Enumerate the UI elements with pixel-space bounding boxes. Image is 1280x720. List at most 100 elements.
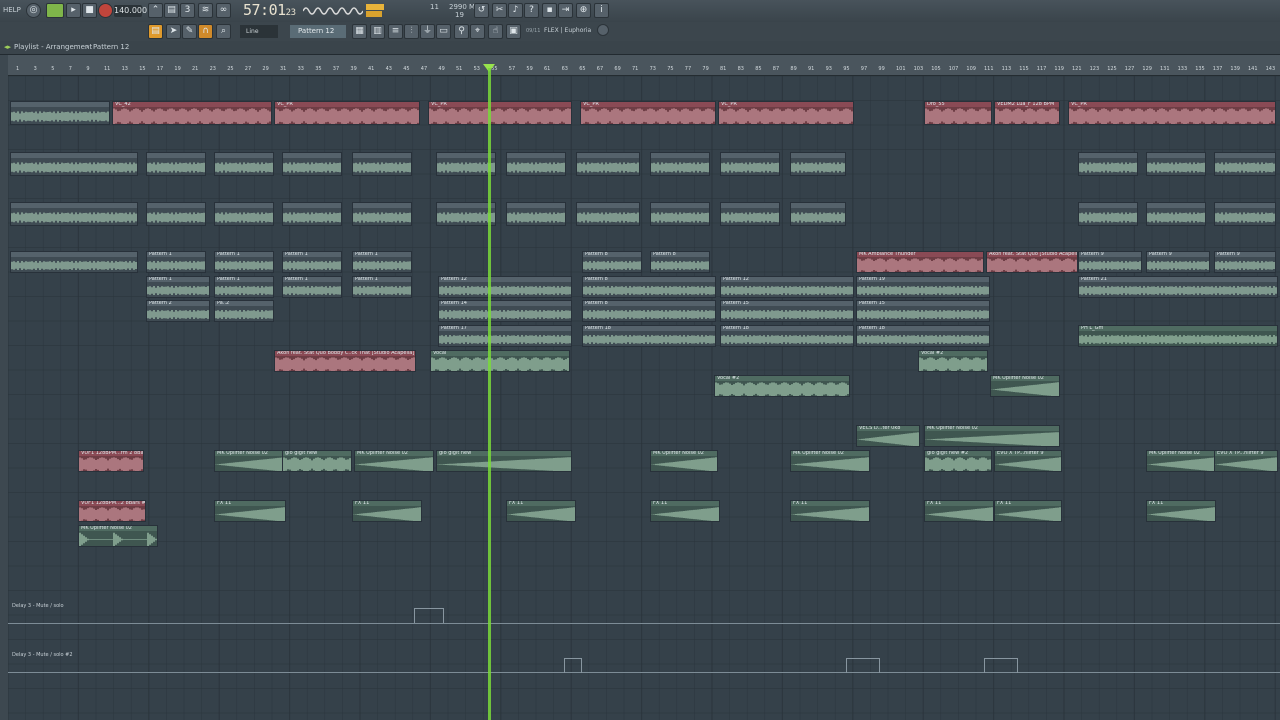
playlist-clip[interactable]: Pattern 1 [214, 251, 274, 273]
playlist-clip[interactable] [1214, 202, 1276, 226]
tempo-display[interactable]: 140.000 [114, 5, 147, 17]
playhead[interactable] [488, 68, 491, 720]
undo-button[interactable]: ↺ [474, 3, 489, 18]
playlist-clip[interactable]: VUF1 128BPM...rm 2 8Bars [78, 450, 144, 472]
automation-pulse[interactable] [564, 658, 582, 673]
playlist-clip[interactable]: VC_42 [112, 101, 272, 125]
playlist-clip[interactable]: VECS D...ter 0k8 [856, 425, 920, 447]
playlist-clip[interactable]: Pattern 21 [1078, 276, 1278, 298]
playlist-area[interactable]: VC_42 VC_PR VC_PR VC_PR VC_PR Dro_55 VEDM2 Lua… [8, 76, 1280, 720]
pattern-song-toggle[interactable]: ◎ [26, 3, 41, 18]
playlist-clip[interactable]: Akon feat. Stat Quo [Studio Acapella] [986, 251, 1078, 273]
playlist-clip[interactable] [506, 152, 566, 176]
playlist-clip[interactable]: Pattern 8 [650, 251, 710, 273]
playlist-clip[interactable]: FX 11 [214, 500, 286, 522]
playlist-clip[interactable]: Dro_55 [924, 101, 992, 125]
playlist-clip[interactable]: MK Ambiance Thunder [856, 251, 984, 273]
playlist-clip[interactable]: Pattern 12 [720, 276, 854, 298]
help-button[interactable]: ? [524, 3, 539, 18]
settings-button[interactable]: ⊕ [576, 3, 591, 18]
playlist-clip[interactable]: Akon feat. Stat Quo Bobby C..ck That [St… [274, 350, 416, 372]
playlist-clip[interactable] [146, 202, 206, 226]
automation-line[interactable] [8, 623, 1280, 624]
cut-button[interactable]: ✂ [492, 3, 507, 18]
playlist-clip[interactable] [506, 202, 566, 226]
playlist-clip[interactable]: VC_PR [274, 101, 420, 125]
playlist-clip[interactable]: FX 11 [790, 500, 870, 522]
song-position-display[interactable]: 57:0123 [243, 1, 296, 19]
playlist-clip[interactable]: FX 11 [506, 500, 576, 522]
timeline-ruler[interactable]: 1 3 5 7 9 11 13 15 17 19 21 23 25 27 29 31 33 35 37 39 41 43 4… [8, 55, 1280, 76]
automation-pulse[interactable] [984, 658, 1018, 673]
playlist-clip[interactable]: Pattern 9 [1078, 251, 1142, 273]
pin-button[interactable]: ⚲ [454, 24, 469, 39]
help-label[interactable]: HELP [3, 6, 21, 14]
playlist-clip[interactable]: Pattern 14 [438, 300, 572, 322]
playlist-clip[interactable] [146, 152, 206, 176]
playlist-clip[interactable] [214, 152, 274, 176]
playlist-window-button[interactable]: ▤ [148, 24, 163, 39]
playlist-clip[interactable]: Pattern 8 [582, 300, 716, 322]
playlist-clip[interactable]: FX 11 [994, 500, 1062, 522]
playlist-clip[interactable]: VC_PR [1068, 101, 1276, 125]
playlist-clip[interactable] [650, 202, 710, 226]
automation-pulse[interactable] [846, 658, 880, 673]
touch-button[interactable]: ☝ [488, 24, 503, 39]
playlist-clip[interactable] [352, 152, 412, 176]
playlist-clip[interactable] [1078, 152, 1138, 176]
tool-zoom[interactable]: ⌕ [216, 24, 231, 39]
playlist-clip[interactable] [10, 202, 138, 226]
playlist-clip[interactable]: Pattern 1 [282, 251, 342, 273]
info-button[interactable]: i [594, 3, 609, 18]
playlist-clip[interactable]: VC_PR [428, 101, 572, 125]
playlist-clip[interactable]: Pattern 18 [582, 325, 716, 347]
playlist-clip[interactable]: Pattern 1 [282, 276, 342, 298]
playlist-clip[interactable] [214, 202, 274, 226]
record-button[interactable] [98, 3, 113, 18]
playlist-clip[interactable]: Pattern 9 [1146, 251, 1210, 273]
playlist-clip[interactable]: MK Uplifter Noise 02 [790, 450, 870, 472]
playlist-clip[interactable]: VC_PR [580, 101, 716, 125]
piano-roll-button[interactable]: ▥ [370, 24, 385, 39]
playlist-clip[interactable]: Pattern 8 [582, 251, 642, 273]
playlist-clip[interactable]: Vocal #2 [918, 350, 988, 372]
playlist-clip[interactable]: MK Uplifter Noise 02 [354, 450, 434, 472]
browser-button[interactable]: ≡ [388, 24, 403, 39]
playlist-clip[interactable]: Pattern 9 [1214, 251, 1276, 273]
plugin-settings-button[interactable] [597, 24, 609, 36]
playlist-clip[interactable]: gio gigit new #2 [924, 450, 992, 472]
playlist-clip[interactable]: Pattern 18 [720, 325, 854, 347]
playlist-clip[interactable] [790, 202, 846, 226]
playlist-clip[interactable]: MK Uplifter Noise 02 [1146, 450, 1218, 472]
playlist-clip[interactable] [10, 101, 110, 125]
playlist-clip[interactable]: Pattern 15 [720, 300, 854, 322]
metronome-button[interactable]: ⌃ [148, 3, 163, 18]
automation-pulse[interactable] [414, 608, 444, 623]
playlist-clip[interactable] [1214, 152, 1276, 176]
playlist-clip[interactable] [576, 152, 640, 176]
playlist-clip[interactable] [790, 152, 846, 176]
playlist-clip[interactable]: MK Uplifter Noise 02 [78, 525, 158, 547]
playlist-clip[interactable]: MK Uplifter Noise 02 [650, 450, 718, 472]
play-button[interactable]: ▸ [66, 3, 81, 18]
playlist-clip[interactable]: Pattern 12 [438, 276, 572, 298]
playlist-clip[interactable] [650, 152, 710, 176]
plugin-name[interactable]: FLEX | Euphoria [544, 27, 591, 34]
playlist-clip[interactable]: MK Uplifter Noise 02 [924, 425, 1060, 447]
tool-pencil[interactable]: ✎ [182, 24, 197, 39]
playlist-clip[interactable]: VEDM2 Lua_F 128 BPM [994, 101, 1060, 125]
record-remote-button[interactable]: ▣ [506, 24, 521, 39]
plugin-db-button[interactable]: ⏚ [420, 24, 435, 39]
channel-rack-button[interactable]: ▦ [352, 24, 367, 39]
playlist-clip[interactable]: MK Uplifter Noise 02 [990, 375, 1060, 397]
automation-clip-label[interactable]: Delay 3 - Mute / solo [12, 603, 64, 609]
playlist-clip[interactable] [1146, 202, 1206, 226]
window-arrow-icon[interactable]: ◂▸ [4, 43, 11, 51]
playlist-clip[interactable]: gio gigit new [436, 450, 572, 472]
mic-button[interactable]: ♪ [508, 3, 523, 18]
wait-button[interactable]: ▤ [164, 3, 179, 18]
project-button[interactable]: ▭ [436, 24, 451, 39]
playlist-clip[interactable] [436, 152, 496, 176]
playlist-clip[interactable]: Pattern 15 [856, 300, 990, 322]
playlist-clip[interactable]: Pattern 1 [146, 251, 206, 273]
